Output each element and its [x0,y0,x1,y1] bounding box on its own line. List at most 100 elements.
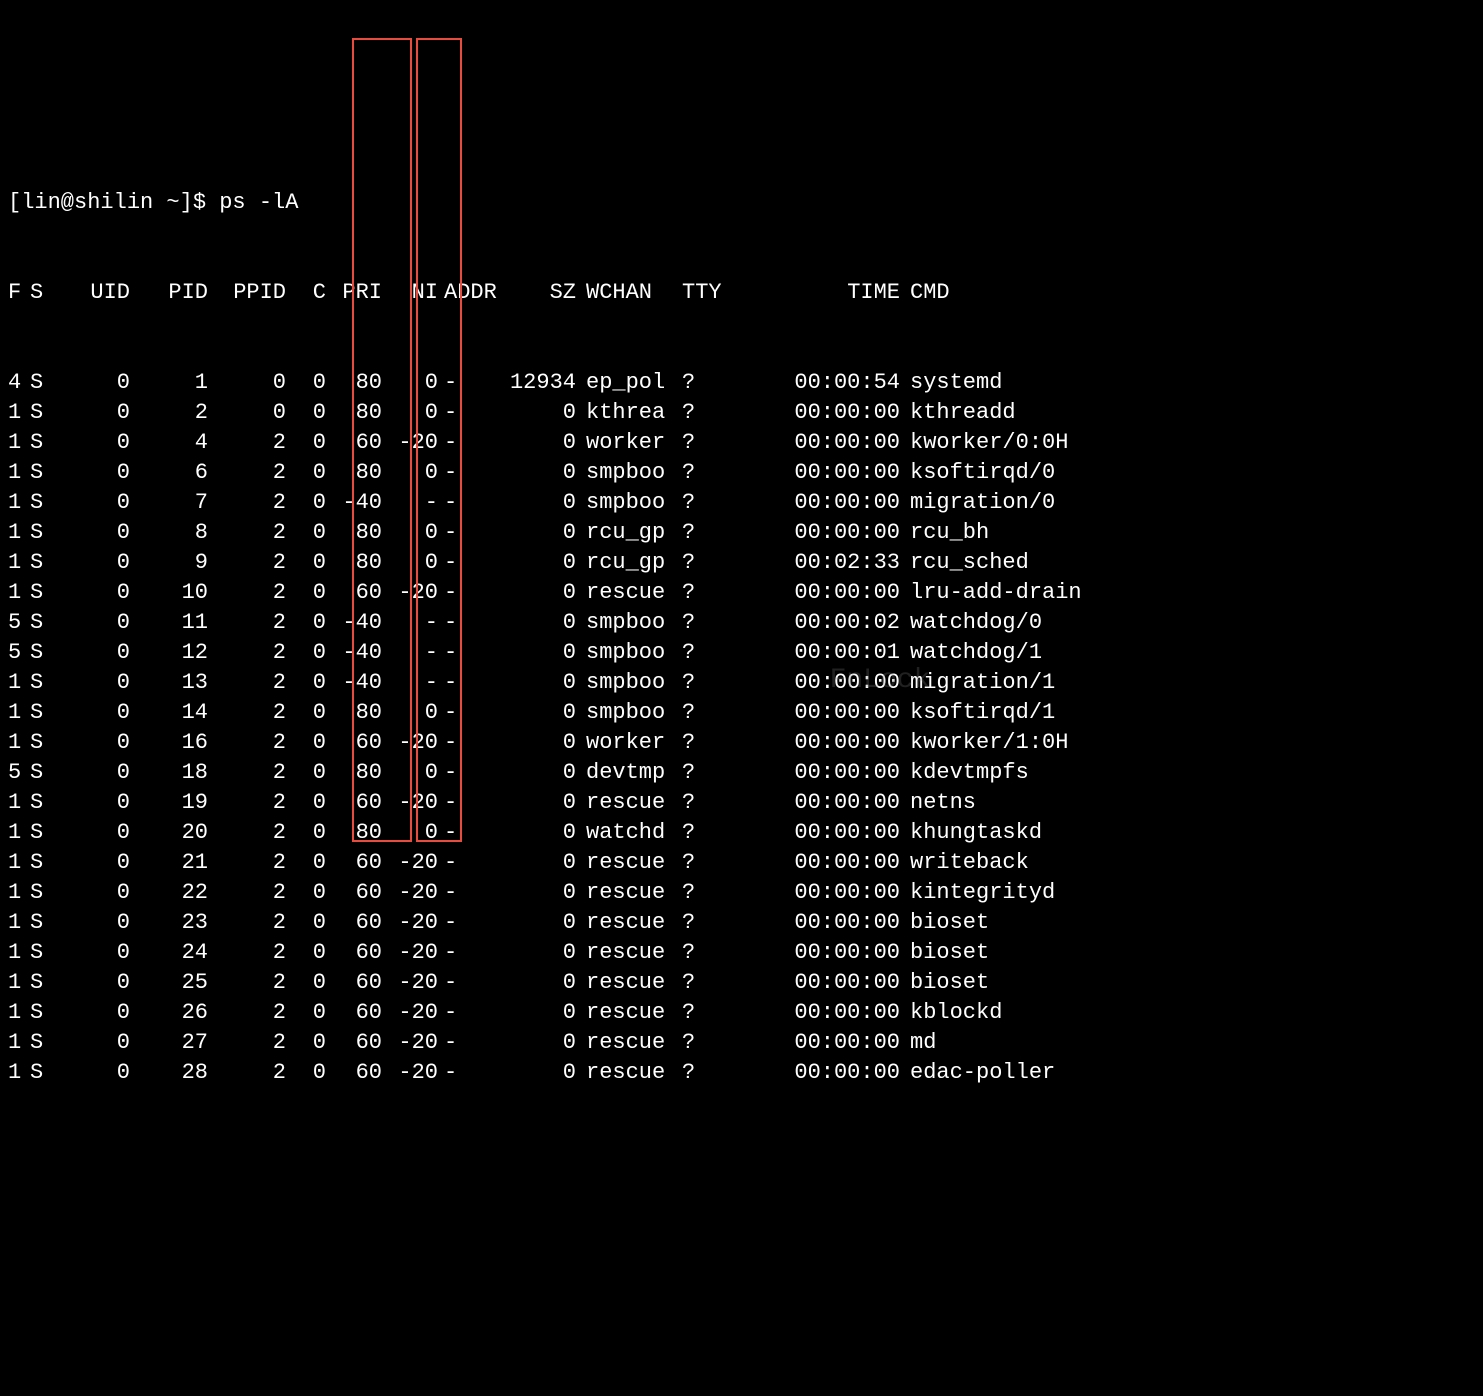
cell-TIME: 00:00:00 [788,398,900,428]
cell-WCHAN: rescue [576,908,672,938]
cell-ADDR: - [438,428,496,458]
cell-F: 1 [8,788,30,818]
cell-ADDR: - [438,878,496,908]
cell-PRI: 80 [326,698,382,728]
cell-NI: 0 [382,398,438,428]
cell-PID: 22 [130,878,208,908]
cell-UID: 0 [52,518,130,548]
cell-S: S [30,368,52,398]
cell-SZ: 0 [496,608,576,638]
cell-PID: 10 [130,578,208,608]
cell-TIME: 00:00:00 [788,758,900,788]
cell-TIME: 00:02:33 [788,548,900,578]
cell-C: 0 [286,488,326,518]
cell-TIME: 00:00:02 [788,608,900,638]
cell-WCHAN: ep_pol [576,368,672,398]
cell-SZ: 0 [496,728,576,758]
cell-PRI: 80 [326,548,382,578]
cell-C: 0 [286,788,326,818]
col-TIME: TIME [788,278,900,308]
cell-PID: 28 [130,1058,208,1088]
cell-TTY: ? [672,1028,788,1058]
cell-UID: 0 [52,758,130,788]
cell-NI: -20 [382,788,438,818]
table-row: 1S0920800-0rcu_gp?00:02:33rcu_sched [8,548,1475,578]
ps-rows-container: 4S0100800-12934ep_pol?00:00:54systemd1S0… [8,368,1475,1088]
cell-NI: 0 [382,548,438,578]
cell-PRI: 60 [326,728,382,758]
cell-F: 1 [8,938,30,968]
table-row: 5S01120-40--0smpboo?00:00:02watchdog/0 [8,608,1475,638]
cell-F: 1 [8,848,30,878]
cell-PPID: 2 [208,818,286,848]
cell-S: S [30,698,52,728]
cell-C: 0 [286,668,326,698]
cell-NI: -20 [382,938,438,968]
table-row: 1S0242060-20-0rescue?00:00:00bioset [8,938,1475,968]
cell-CMD: watchdog/0 [900,608,1200,638]
cell-PID: 14 [130,698,208,728]
cell-PID: 2 [130,398,208,428]
cell-UID: 0 [52,368,130,398]
cell-TIME: 00:00:00 [788,878,900,908]
cell-TIME: 00:00:54 [788,368,900,398]
cell-UID: 0 [52,398,130,428]
cell-C: 0 [286,908,326,938]
cell-S: S [30,1028,52,1058]
cell-NI: -20 [382,578,438,608]
cell-TIME: 00:00:00 [788,698,900,728]
cell-NI: -20 [382,968,438,998]
cell-UID: 0 [52,1028,130,1058]
cell-C: 0 [286,578,326,608]
cell-TIME: 00:00:00 [788,518,900,548]
cell-TIME: 00:00:00 [788,908,900,938]
cell-F: 1 [8,578,30,608]
cell-F: 1 [8,728,30,758]
terminal-output[interactable]: [lin@shilin ~]$ ps -lA FSUIDPIDPPIDCPRIN… [8,128,1475,1118]
cell-PID: 19 [130,788,208,818]
cell-PID: 18 [130,758,208,788]
col-NI: NI [382,278,438,308]
table-row: 1S0262060-20-0rescue?00:00:00kblockd [8,998,1475,1028]
cell-CMD: writeback [900,848,1200,878]
cell-NI: -20 [382,1028,438,1058]
cell-NI: -20 [382,998,438,1028]
cell-UID: 0 [52,878,130,908]
table-row: 1S02020800-0watchd?00:00:00khungtaskd [8,818,1475,848]
cell-PID: 23 [130,908,208,938]
cell-PRI: 60 [326,578,382,608]
cell-TTY: ? [672,608,788,638]
col-C: C [286,278,326,308]
cell-TTY: ? [672,848,788,878]
cell-C: 0 [286,638,326,668]
cell-CMD: lru-add-drain [900,578,1200,608]
cell-CMD: kdevtmpfs [900,758,1200,788]
cell-WCHAN: smpboo [576,488,672,518]
cell-PRI: 60 [326,968,382,998]
cell-S: S [30,728,52,758]
cell-CMD: kworker/0:0H [900,428,1200,458]
cell-NI: - [382,668,438,698]
table-row: 1S0200800-0kthrea?00:00:00kthreadd [8,398,1475,428]
cell-TIME: 00:00:00 [788,578,900,608]
col-WCHAN: WCHAN [576,278,672,308]
cell-CMD: kworker/1:0H [900,728,1200,758]
table-row: 1S0162060-20-0worker?00:00:00kworker/1:0… [8,728,1475,758]
cell-PID: 21 [130,848,208,878]
cell-WCHAN: rescue [576,788,672,818]
cell-PPID: 2 [208,1058,286,1088]
prompt-line: [lin@shilin ~]$ ps -lA [8,188,1475,218]
cell-TIME: 00:00:00 [788,818,900,848]
table-row: 1S0252060-20-0rescue?00:00:00bioset [8,968,1475,998]
cell-F: 1 [8,518,30,548]
cell-PPID: 2 [208,578,286,608]
cell-WCHAN: rcu_gp [576,548,672,578]
table-row: 1S0222060-20-0rescue?00:00:00kintegrityd [8,878,1475,908]
cell-PPID: 2 [208,518,286,548]
cell-SZ: 12934 [496,368,576,398]
table-row: 1S0232060-20-0rescue?00:00:00bioset [8,908,1475,938]
col-ADDR: ADDR [438,278,496,308]
cell-C: 0 [286,728,326,758]
cell-UID: 0 [52,848,130,878]
cell-S: S [30,818,52,848]
